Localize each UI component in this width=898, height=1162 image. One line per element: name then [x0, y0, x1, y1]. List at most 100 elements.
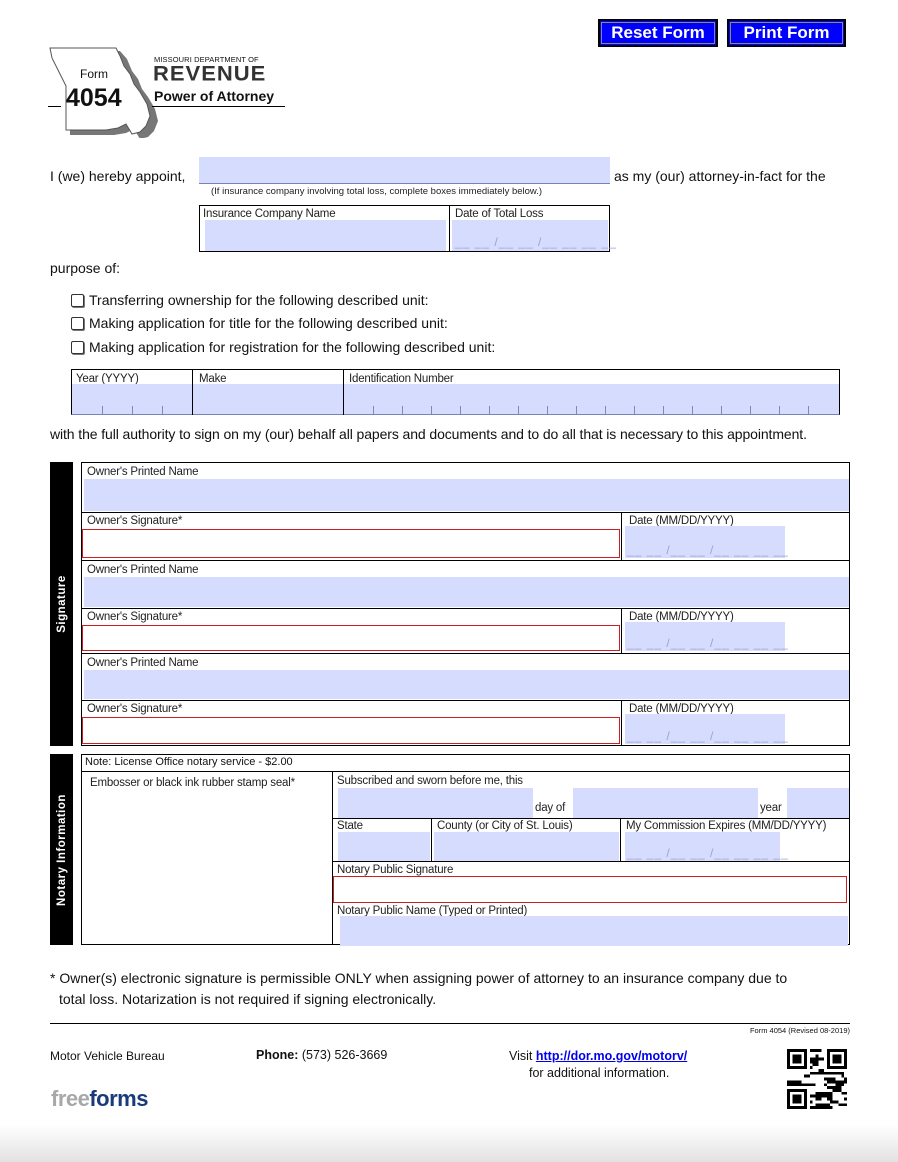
owner-signature-label: Owner's Signature* [87, 515, 183, 527]
brand-free: free [51, 1086, 90, 1111]
motor-vehicle-link[interactable]: http://dor.mo.gov/motorv/ [536, 1049, 687, 1063]
attorney-in-fact-input[interactable] [199, 157, 610, 184]
qr-module [795, 1083, 799, 1087]
comb-divider [692, 406, 693, 414]
comb-divider [750, 406, 751, 414]
qr-module [818, 1049, 822, 1052]
purpose-option-transfer[interactable]: Transferring ownership for the following… [71, 292, 429, 308]
qr-module [832, 1080, 836, 1084]
comb-divider [431, 406, 432, 414]
qr-module [812, 1049, 816, 1052]
year-word-label: year [760, 802, 782, 814]
loss-date-input[interactable]: __ __ /__ __ /__ __ __ __ [452, 220, 616, 251]
print-form-button[interactable]: Print Form [727, 19, 846, 47]
qr-module [821, 1091, 825, 1095]
divider [332, 861, 850, 862]
qr-module [824, 1083, 827, 1087]
divider [81, 560, 850, 561]
divider [332, 818, 850, 819]
qr-module [821, 1071, 825, 1075]
county-input[interactable] [434, 832, 619, 861]
qr-module [804, 1074, 807, 1078]
notary-name-input[interactable] [340, 916, 848, 946]
year-input[interactable] [72, 384, 192, 414]
owner-signature-input[interactable] [82, 529, 620, 558]
qr-module [789, 1080, 793, 1084]
comb-divider [808, 406, 809, 414]
identification-number-input[interactable] [344, 384, 839, 414]
qr-module [812, 1083, 816, 1087]
qr-module [835, 1086, 839, 1089]
qr-module [844, 1077, 847, 1081]
commission-label: My Commission Expires (MM/DD/YYYY) [626, 820, 827, 832]
purpose-option-title[interactable]: Making application for title for the fol… [71, 315, 448, 331]
purpose-option-registration[interactable]: Making application for registration for … [71, 339, 495, 355]
owner-printed-name-input[interactable] [84, 479, 849, 511]
qr-module [792, 1083, 796, 1087]
insurance-name-input[interactable] [205, 220, 446, 251]
checkbox[interactable] [71, 341, 84, 354]
divider [152, 106, 285, 107]
divider [81, 771, 850, 772]
comb-divider [460, 406, 461, 414]
divider [621, 700, 622, 746]
date-mask: __ __ /__ __ /__ __ __ __ [627, 729, 789, 743]
checkbox[interactable] [71, 294, 84, 307]
qr-module [818, 1103, 822, 1107]
comb-divider [489, 406, 490, 414]
checkbox[interactable] [71, 317, 84, 330]
owner-printed-name-input[interactable] [84, 577, 849, 607]
qr-module [812, 1057, 816, 1061]
owner-printed-name-input[interactable] [84, 670, 849, 699]
qr-module [815, 1106, 819, 1109]
qr-module [827, 1086, 830, 1089]
state-input[interactable] [338, 832, 430, 861]
qr-module [838, 1103, 842, 1107]
qr-module [827, 1094, 830, 1098]
qr-module [815, 1049, 819, 1052]
qr-module [824, 1103, 827, 1107]
qr-module [827, 1077, 830, 1081]
owner-date-input[interactable]: __ __ /__ __ /__ __ __ __ [625, 714, 788, 744]
phone-label: Phone: [256, 1048, 299, 1062]
divider [620, 818, 621, 861]
qr-module [844, 1080, 847, 1084]
qr-module [832, 1086, 836, 1089]
qr-module [818, 1057, 822, 1061]
sworn-month-input[interactable] [573, 788, 758, 818]
qr-module [815, 1071, 819, 1075]
owner-signature-input[interactable] [82, 717, 620, 744]
qr-module [818, 1106, 822, 1109]
qr-module [809, 1057, 813, 1061]
qr-module [841, 1091, 845, 1095]
qr-code-icon [787, 1049, 847, 1109]
reset-form-button[interactable]: Reset Form [598, 19, 718, 47]
qr-module [812, 1106, 816, 1109]
qr-module [818, 1097, 822, 1101]
owner-date-input[interactable]: __ __ /__ __ /__ __ __ __ [625, 622, 788, 651]
qr-module [795, 1080, 799, 1084]
notary-signature-input[interactable] [333, 876, 847, 903]
qr-module [829, 1094, 833, 1098]
authority-text: with the full authority to sign on my (o… [50, 426, 807, 442]
sworn-label: Subscribed and sworn before me, this [337, 775, 523, 787]
qr-module [827, 1071, 830, 1075]
qr-module [827, 1106, 830, 1109]
owner-signature-input[interactable] [82, 625, 620, 651]
sworn-day-input[interactable] [338, 788, 533, 818]
comb-divider [162, 406, 163, 414]
qr-module [841, 1083, 845, 1087]
commission-date-input[interactable]: __ __ /__ __ /__ __ __ __ [625, 832, 788, 861]
qr-module [809, 1083, 813, 1087]
qr-module [807, 1074, 810, 1078]
make-input[interactable] [193, 384, 343, 414]
sworn-year-input[interactable] [787, 788, 849, 818]
comb-divider [102, 406, 103, 414]
qr-module [841, 1080, 845, 1084]
qr-module [809, 1066, 813, 1069]
appoint-lead-text: I (we) hereby appoint, [50, 168, 186, 184]
owner-date-input[interactable]: __ __ /__ __ /__ __ __ __ [625, 526, 788, 558]
owner-signature-label: Owner's Signature* [87, 611, 183, 623]
qr-module [824, 1077, 827, 1081]
notary-signature-label: Notary Public Signature [337, 864, 454, 876]
